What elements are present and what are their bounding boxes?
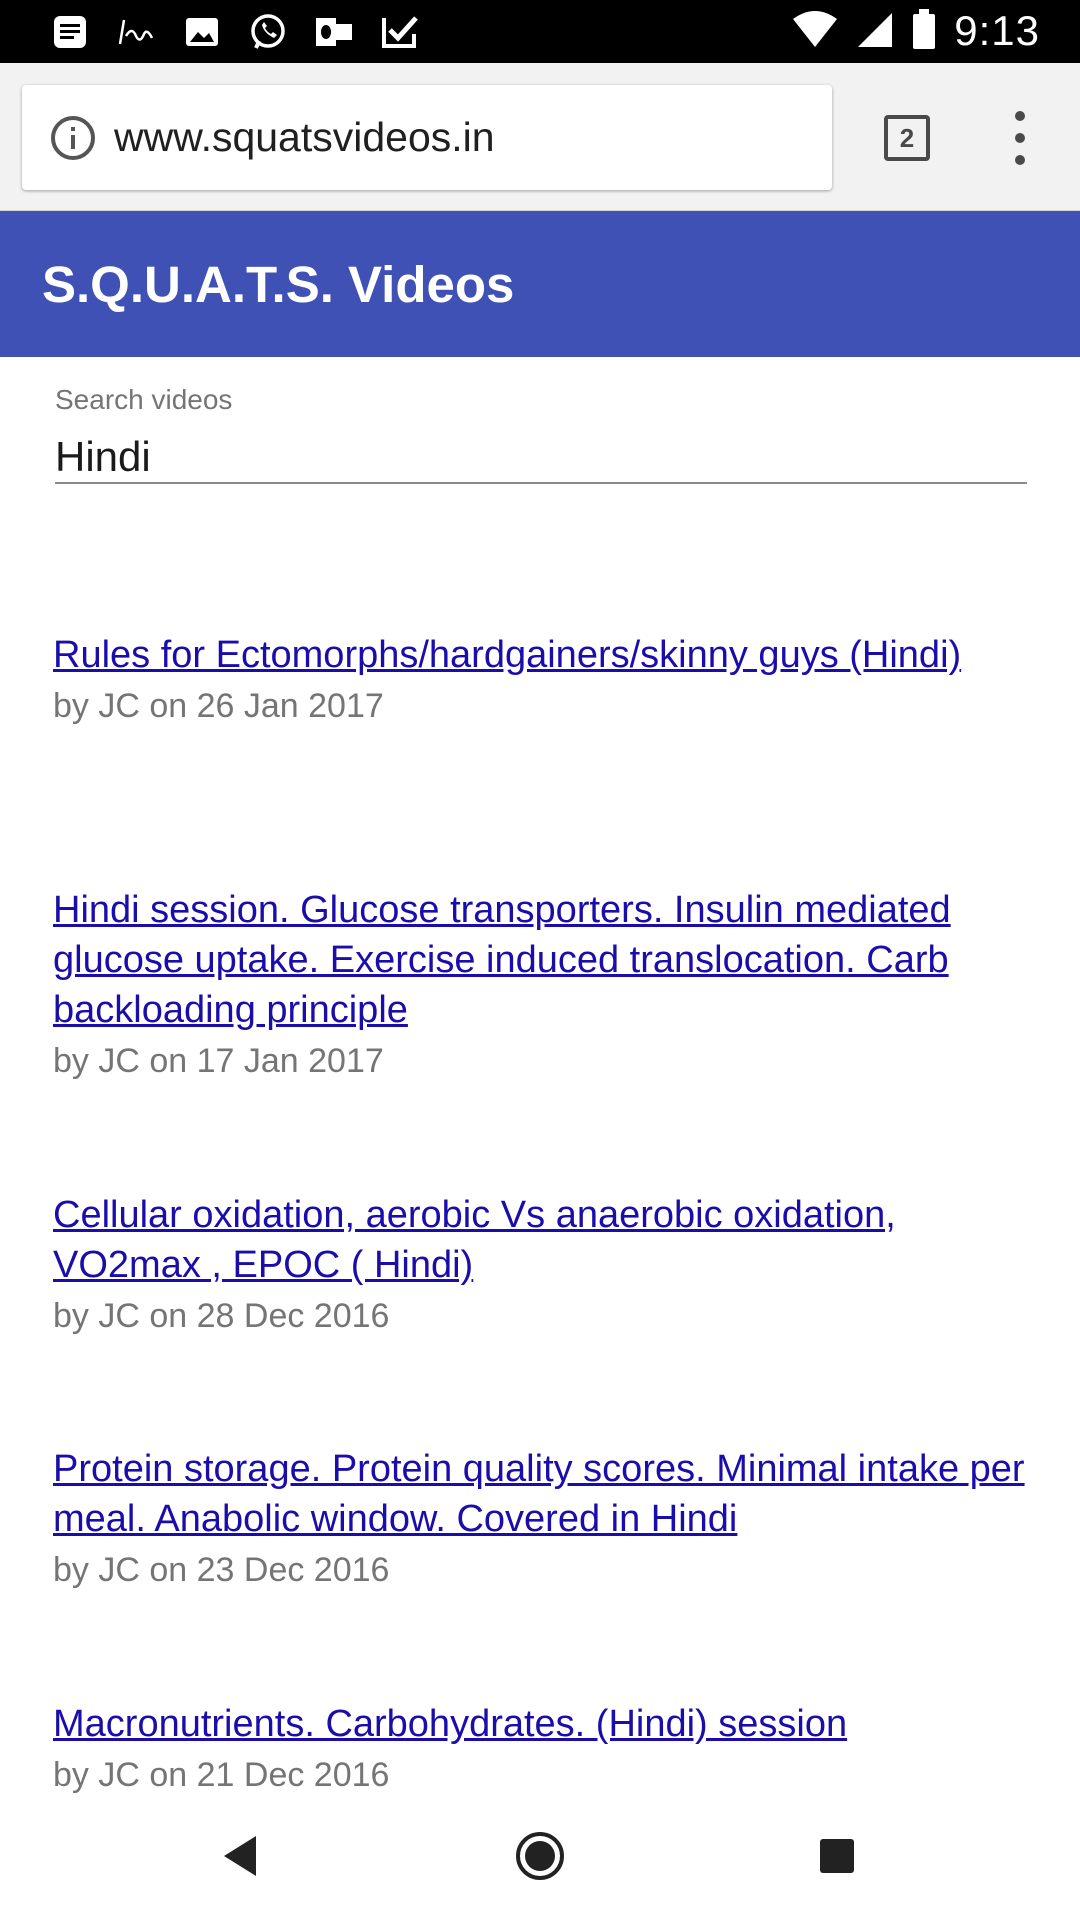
url-text[interactable]: www.squatsvideos.in [114, 114, 495, 161]
news-icon [50, 12, 90, 52]
back-icon[interactable] [205, 1821, 275, 1891]
app-header: S.Q.U.A.T.S. Videos [0, 211, 1080, 357]
clock: 9:13 [954, 7, 1040, 54]
video-meta: by JC on 28 Dec 2016 [53, 1297, 390, 1335]
search-label: Search videos [55, 384, 233, 415]
list-item: Hindi session. Glucose transporters. Ins… [53, 885, 1033, 1085]
tasks-check-icon [380, 12, 420, 52]
tab-count: 2 [899, 122, 915, 153]
video-link[interactable]: Hindi session. Glucose transporters. Ins… [53, 885, 1033, 1035]
video-link[interactable]: Cellular oxidation, aerobic Vs anaerobic… [53, 1190, 1033, 1290]
info-icon[interactable] [50, 115, 96, 161]
home-icon[interactable] [505, 1821, 575, 1891]
browser-toolbar: www.squatsvideos.in 2 [0, 63, 1080, 211]
notification-icons [50, 10, 420, 54]
battery-icon [912, 8, 936, 55]
recents-icon[interactable] [802, 1821, 872, 1891]
outlook-icon [314, 12, 354, 52]
video-link[interactable]: Protein storage. Protein quality scores.… [53, 1444, 1033, 1544]
video-meta: by JC on 21 Dec 2016 [53, 1756, 390, 1794]
video-meta: by JC on 17 Jan 2017 [53, 1042, 384, 1080]
search-input[interactable] [55, 432, 1027, 484]
wifi-icon [792, 9, 838, 54]
tab-switcher-button[interactable]: 2 [884, 115, 930, 161]
url-bar[interactable]: www.squatsvideos.in [22, 85, 832, 190]
list-item: Protein storage. Protein quality scores.… [53, 1444, 1033, 1594]
system-status: 9:13 [792, 6, 1040, 56]
system-nav-bar [0, 1795, 1080, 1920]
list-item: Macronutrients. Carbohydrates. (Hindi) s… [53, 1699, 1033, 1799]
cell-signal-icon [856, 9, 894, 54]
video-link[interactable]: Rules for Ectomorphs/hardgainers/skinny … [53, 630, 1033, 680]
search-field: Search videos [55, 382, 1027, 504]
whatsapp-icon [248, 12, 288, 52]
overflow-menu-icon[interactable] [1000, 103, 1040, 173]
list-item: Rules for Ectomorphs/hardgainers/skinny … [53, 630, 1033, 730]
list-item: Cellular oxidation, aerobic Vs anaerobic… [53, 1190, 1033, 1340]
video-meta: by JC on 23 Dec 2016 [53, 1551, 390, 1589]
video-link[interactable]: Macronutrients. Carbohydrates. (Hindi) s… [53, 1699, 1033, 1749]
status-bar: 9:13 [0, 0, 1080, 63]
isha-app-icon [116, 12, 156, 52]
image-icon [182, 12, 222, 52]
video-meta: by JC on 26 Jan 2017 [53, 687, 384, 725]
page-title: S.Q.U.A.T.S. Videos [42, 255, 515, 313]
